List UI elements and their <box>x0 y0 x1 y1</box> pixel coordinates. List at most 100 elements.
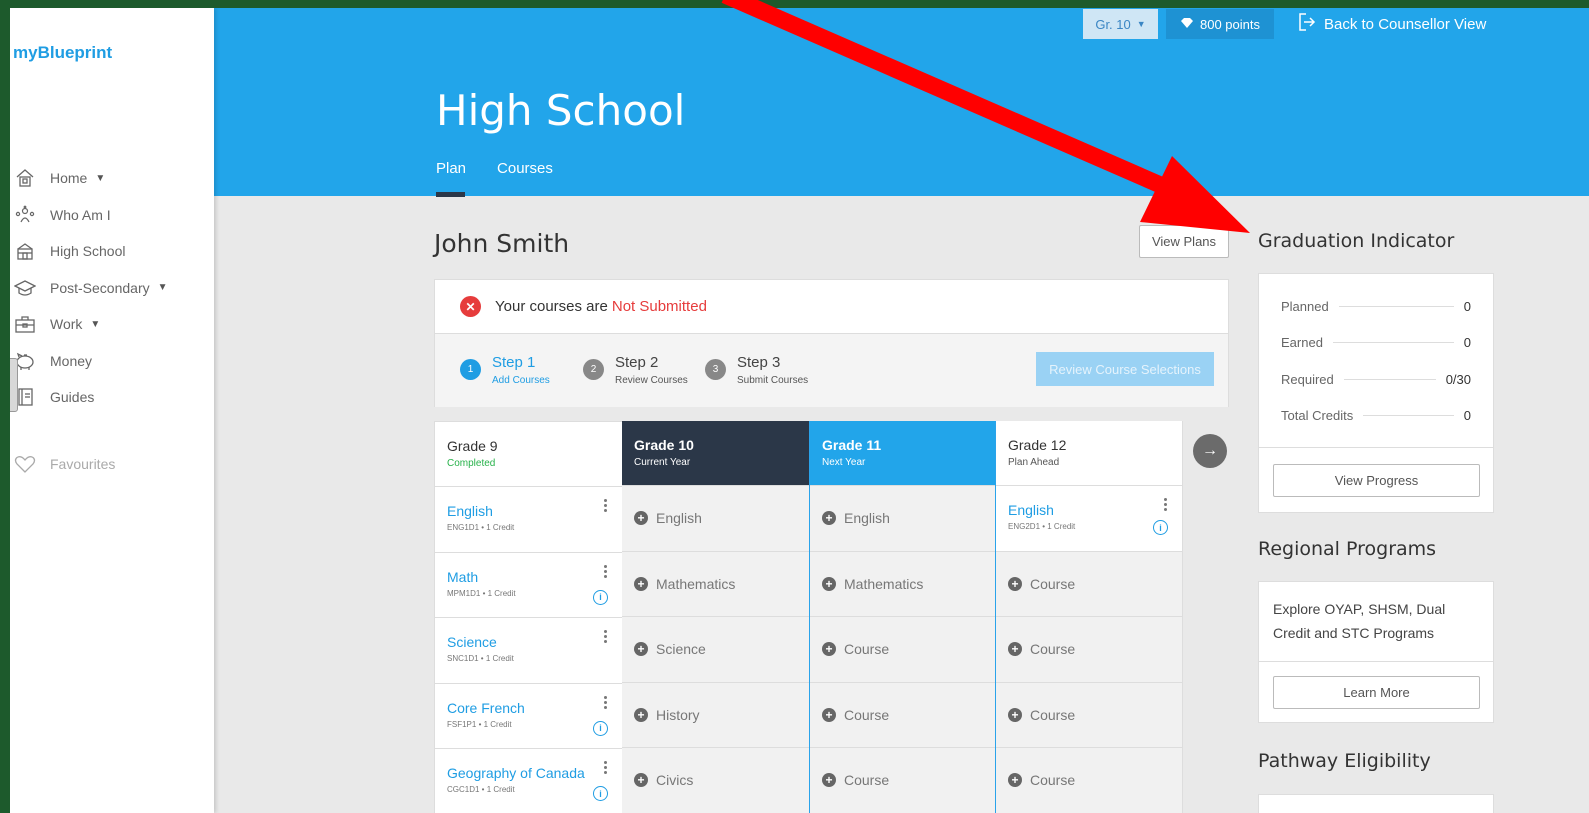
course-card[interactable]: Math MPM1D1 • 1 Credit i <box>435 552 622 618</box>
tab-courses[interactable]: Courses <box>497 160 553 177</box>
add-course-slot[interactable]: + English <box>622 486 809 552</box>
step-title: Step 1 <box>492 354 536 371</box>
slot-label: Course <box>844 706 890 723</box>
add-course-slot[interactable]: + Mathematics <box>622 552 809 617</box>
credit-label: Earned <box>1281 334 1323 350</box>
slot-label: Course <box>844 641 890 658</box>
sidebar-item-label: Work <box>50 316 83 333</box>
add-course-slot[interactable]: + Science <box>622 617 809 683</box>
regional-programs-card: Explore OYAP, SHSM, Dual Credit and STC … <box>1258 581 1494 723</box>
column-header: Grade 10 Current Year <box>622 421 809 486</box>
info-icon[interactable]: i <box>593 720 608 736</box>
column-subtitle: Next Year <box>822 457 866 468</box>
next-grade-arrow-icon[interactable]: → <box>1193 434 1227 468</box>
course-name[interactable]: Math <box>447 569 610 585</box>
sidebar-nav: Home ▼ Who Am I High School Post-Seconda… <box>10 160 214 416</box>
sidebar-item-label: Post-Secondary <box>50 279 150 296</box>
step-number: 2 <box>583 359 604 380</box>
add-course-slot[interactable]: + English <box>810 486 995 552</box>
more-options-icon[interactable] <box>604 695 608 711</box>
info-icon[interactable]: i <box>593 589 608 605</box>
view-progress-button[interactable]: View Progress <box>1273 464 1480 497</box>
drawer-handle[interactable] <box>10 358 18 412</box>
credit-value: 0 <box>1463 334 1471 350</box>
course-code: CGC1D1 • 1 Credit <box>447 785 515 794</box>
sidebar-item-work[interactable]: Work ▼ <box>10 306 214 343</box>
course-name[interactable]: Science <box>447 634 610 650</box>
add-icon: + <box>822 511 836 526</box>
sidebar-item-money[interactable]: Money <box>10 343 214 380</box>
more-options-icon[interactable] <box>604 630 608 645</box>
step-2[interactable]: 2 Step 2 Review Courses <box>583 354 688 386</box>
pathway-eligibility-title: Pathway Eligibility <box>1258 750 1431 772</box>
slot-label: Science <box>656 641 706 658</box>
step-1[interactable]: 1 Step 1 Add Courses <box>460 354 550 386</box>
sidebar-item-who-am-i[interactable]: Who Am I <box>10 197 214 234</box>
more-options-icon[interactable] <box>1164 498 1168 513</box>
sidebar-item-high-school[interactable]: High School <box>10 233 214 270</box>
sidebar-item-label: Home <box>50 170 88 187</box>
info-icon[interactable]: i <box>1153 520 1168 535</box>
add-course-slot[interactable]: + Course <box>810 683 995 748</box>
course-name[interactable]: Geography of Canada <box>447 765 610 781</box>
column-header: Grade 9 Completed <box>435 422 622 487</box>
sidebar-item-home[interactable]: Home ▼ <box>10 160 214 197</box>
info-icon[interactable]: i <box>593 786 608 801</box>
course-name[interactable]: Core French <box>447 700 610 716</box>
grade-select-value: Gr. 10 <box>1095 16 1131 32</box>
regional-programs-title: Regional Programs <box>1258 538 1437 560</box>
add-course-slot[interactable]: + Course <box>996 552 1182 617</box>
review-course-selections-button[interactable]: Review Course Selections <box>1036 352 1214 386</box>
add-icon: + <box>634 576 648 591</box>
more-options-icon[interactable] <box>604 499 608 514</box>
status-prefix: Your courses are <box>495 298 608 315</box>
app-logo[interactable]: myBlueprint <box>13 43 112 63</box>
course-name[interactable]: English <box>1008 502 1170 518</box>
step-subtitle: Review Courses <box>615 375 688 386</box>
course-card[interactable]: Geography of Canada CGC1D1 • 1 Credit i <box>435 749 622 813</box>
submission-status-card: ✕ Your courses are Not Submitted 1 Step … <box>434 279 1229 407</box>
step-number: 1 <box>460 359 481 380</box>
add-course-slot[interactable]: + Course <box>810 617 995 683</box>
add-course-slot[interactable]: + History <box>622 683 809 748</box>
tab-plan[interactable]: Plan <box>436 160 466 177</box>
sidebar-item-label: Who Am I <box>50 206 111 223</box>
back-to-counsellor-link[interactable]: Back to Counsellor View <box>1298 12 1486 36</box>
more-options-icon[interactable] <box>604 761 608 776</box>
points-badge[interactable]: 800 points <box>1166 9 1274 39</box>
credit-row-earned: Earned 0 <box>1281 332 1471 352</box>
slot-label: English <box>844 510 890 527</box>
page-title: High School <box>436 86 686 135</box>
learn-more-button[interactable]: Learn More <box>1273 676 1480 709</box>
add-course-slot[interactable]: + Course <box>810 748 995 813</box>
course-card[interactable]: Core French FSF1P1 • 1 Credit i <box>435 683 622 749</box>
home-icon <box>12 167 38 189</box>
add-course-slot[interactable]: + Course <box>996 683 1182 748</box>
step-3[interactable]: 3 Step 3 Submit Courses <box>705 354 808 386</box>
sidebar-item-favourites[interactable]: Favourites <box>10 454 115 474</box>
course-card[interactable]: English ENG2D1 • 1 Credit i <box>996 486 1182 552</box>
grade-11-column: Grade 11 Next Year + English + Mathematics… <box>809 421 996 813</box>
course-card[interactable]: English ENG1D1 • 1 Credit <box>435 487 622 553</box>
error-icon: ✕ <box>460 296 481 317</box>
step-subtitle: Submit Courses <box>737 375 809 386</box>
sidebar-item-guides[interactable]: Guides <box>10 379 214 416</box>
add-course-slot[interactable]: + Course <box>996 617 1182 683</box>
add-course-slot[interactable]: + Mathematics <box>810 552 995 617</box>
sidebar-item-post-secondary[interactable]: Post-Secondary ▼ <box>10 270 214 307</box>
slot-label: Civics <box>656 772 694 789</box>
add-course-slot[interactable]: + Course <box>996 748 1182 813</box>
view-plans-button[interactable]: View Plans <box>1139 225 1229 258</box>
app-window: myBlueprint Home ▼ Who Am I High School <box>10 8 1589 813</box>
favourites-label: Favourites <box>50 456 116 472</box>
credit-row-planned: Planned 0 <box>1281 296 1471 316</box>
grade-select[interactable]: Gr. 10 ▼ <box>1083 9 1158 39</box>
divider <box>1259 661 1493 662</box>
course-code: ENG1D1 • 1 Credit <box>447 523 515 532</box>
course-card[interactable]: Science SNC1D1 • 1 Credit <box>435 618 622 684</box>
column-title: Grade 12 <box>1008 437 1067 453</box>
people-icon <box>12 204 38 226</box>
add-course-slot[interactable]: + Civics <box>622 748 809 813</box>
course-name[interactable]: English <box>447 503 610 519</box>
more-options-icon[interactable] <box>604 564 608 580</box>
